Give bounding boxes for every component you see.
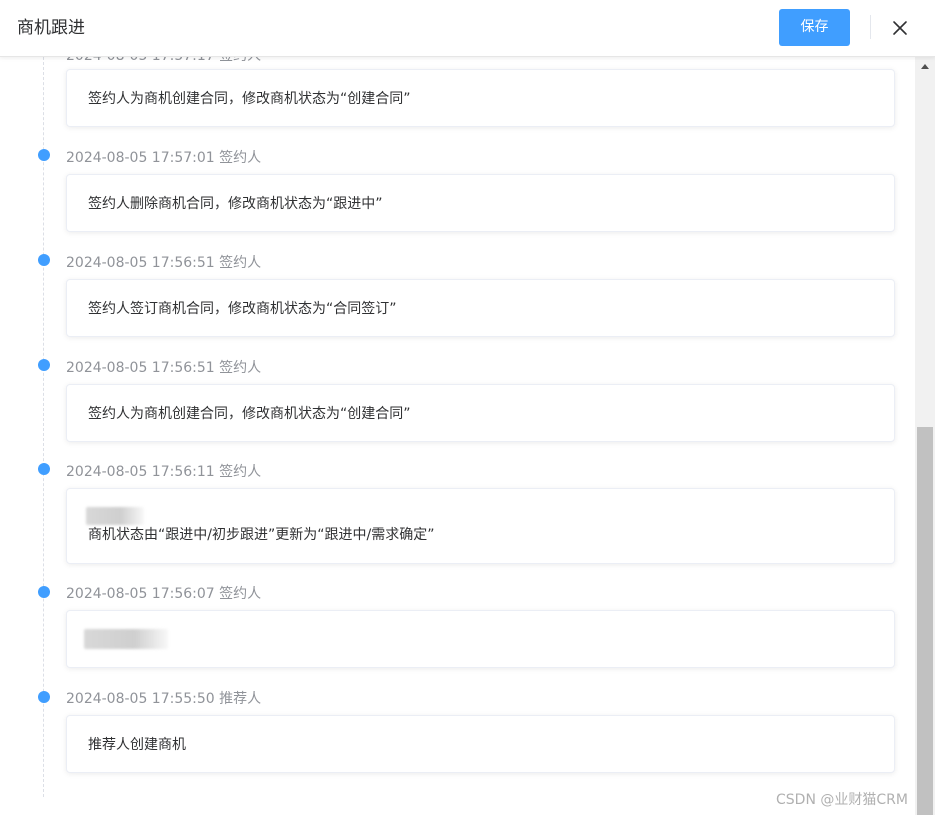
timeline-card: 签约人删除商机合同，修改商机状态为“跟进中” xyxy=(66,174,895,232)
timeline-line xyxy=(43,57,44,797)
save-button[interactable]: 保存 xyxy=(779,9,850,46)
timeline-meta: 2024-08-05 17:56:51 签约人 xyxy=(66,255,262,271)
timeline-dot xyxy=(38,149,50,161)
timeline-card: 推荐人创建商机 xyxy=(66,715,895,773)
redacted-block xyxy=(84,629,168,649)
timeline-card: 签约人为商机创建合同，修改商机状态为“创建合同” xyxy=(66,69,895,127)
timeline-card-text: 签约人为商机创建合同，修改商机状态为“创建合同” xyxy=(88,406,411,422)
timeline-card: 商机状态由“跟进中/初步跟进”更新为“跟进中/需求确定” xyxy=(66,488,895,564)
vertical-scrollbar[interactable] xyxy=(915,57,935,815)
timeline-meta: 2024-08-05 17:57:01 签约人 xyxy=(66,150,262,166)
scrollbar-thumb[interactable] xyxy=(917,427,933,815)
timeline-dot xyxy=(38,359,50,371)
watermark: CSDN @业财猫CRM xyxy=(776,792,908,808)
timeline-card: 签约人为商机创建合同，修改商机状态为“创建合同” xyxy=(66,384,895,442)
timeline-card-text: 签约人删除商机合同，修改商机状态为“跟进中” xyxy=(88,196,383,212)
timeline-card-text: 商机状态由“跟进中/初步跟进”更新为“跟进中/需求确定” xyxy=(88,527,435,543)
header-divider xyxy=(870,15,871,39)
timeline-dot xyxy=(38,691,50,703)
timeline-card-text: 签约人签订商机合同，修改商机状态为“合同签订” xyxy=(88,301,397,317)
timeline-meta: 2024-08-05 17:56:07 签约人 xyxy=(66,586,262,602)
redacted-block xyxy=(86,507,144,525)
timeline-meta: 2024-08-05 17:55:50 推荐人 xyxy=(66,691,262,707)
timeline-dot xyxy=(38,463,50,475)
timeline-meta: 2024-08-05 17:57:17 签约人 xyxy=(66,57,261,66)
scroll-up-arrow-icon[interactable] xyxy=(921,64,929,69)
timeline-card: 签约人签订商机合同，修改商机状态为“合同签订” xyxy=(66,279,895,337)
timeline-dot xyxy=(38,586,50,598)
dialog-header: 商机跟进 保存 xyxy=(0,0,935,57)
timeline-dot xyxy=(38,254,50,266)
timeline-card-text: 签约人为商机创建合同，修改商机状态为“创建合同” xyxy=(88,91,411,107)
timeline-card-text: 推荐人创建商机 xyxy=(88,737,186,753)
timeline-card xyxy=(66,610,895,668)
close-icon xyxy=(893,21,907,35)
dialog-title: 商机跟进 xyxy=(17,18,85,38)
timeline-meta: 2024-08-05 17:56:11 签约人 xyxy=(66,464,262,480)
timeline-scroll-area[interactable]: 2024-08-05 17:57:17 签约人 签约人为商机创建合同，修改商机状… xyxy=(0,57,915,815)
timeline-meta: 2024-08-05 17:56:51 签约人 xyxy=(66,360,262,376)
close-button[interactable] xyxy=(889,17,911,39)
